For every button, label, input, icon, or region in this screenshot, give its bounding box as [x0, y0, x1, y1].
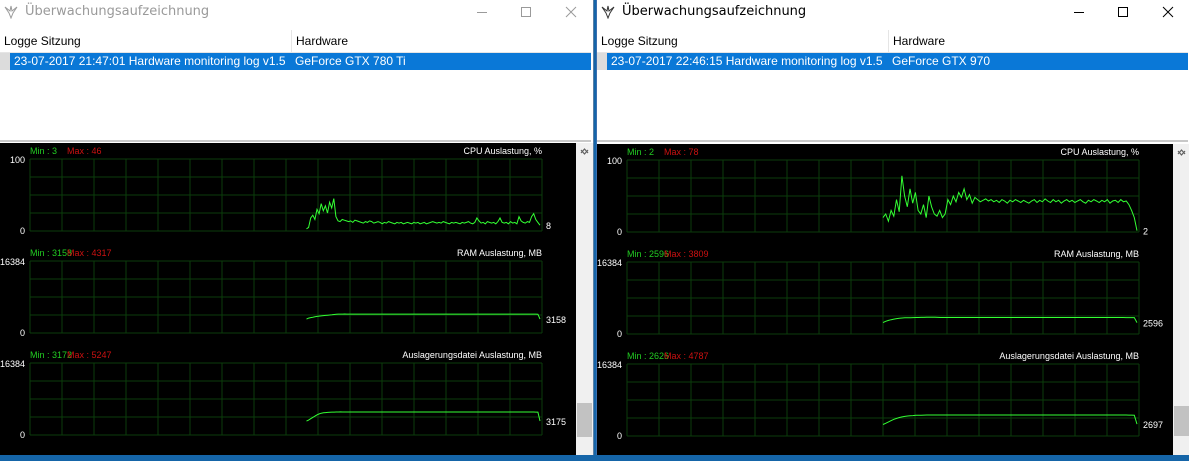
current-value-label: 3158 [546, 315, 566, 325]
monitoring-graphs: Min : 3 Max : 46 CPU Auslastung, %1000 8Min… [0, 146, 566, 440]
y-min-label: 0 [20, 430, 25, 440]
minimize-icon [1074, 12, 1084, 13]
list-item[interactable]: 23-07-2017 22:46:15 Hardware monitoring … [597, 53, 1188, 70]
monitoring-graphs: Min : 2 Max : 78 CPU Auslastung, %1000 2Min… [597, 147, 1163, 441]
minimize-icon [477, 12, 487, 13]
min-label: Min : 3172 [30, 350, 72, 360]
y-min-label: 0 [617, 431, 622, 441]
taskbar-strip [0, 455, 1189, 461]
session-cell: 23-07-2017 21:47:01 Hardware monitoring … [14, 54, 286, 68]
title-bar[interactable]: Überwachungsaufzeichnung [597, 0, 1189, 24]
max-label: Max : 5247 [67, 350, 112, 360]
graph-2: Min : 3172Max : 5247 Auslagerungsdatei Au… [0, 350, 566, 440]
close-button[interactable] [551, 0, 591, 24]
graph-title: RAM Auslastung, MB [1054, 249, 1139, 259]
minimize-button[interactable] [462, 0, 502, 24]
y-max-label: 100 [607, 156, 622, 166]
data-series-line [882, 316, 1138, 324]
y-max-label: 16384 [0, 257, 25, 267]
vertical-scrollbar[interactable] [576, 143, 593, 455]
maximize-icon [521, 7, 531, 17]
title-bar[interactable]: Überwachungsaufzeichnung [0, 0, 593, 24]
session-list[interactable]: Logge Sitzung Hardware 23-07-2017 22:46:… [597, 30, 1188, 142]
scroll-thumb[interactable] [1174, 406, 1189, 436]
maximize-button[interactable] [1103, 0, 1143, 24]
y-max-label: 16384 [597, 360, 622, 370]
data-series-line [882, 414, 1138, 425]
graph-title: Auslagerungsdatei Auslastung, MB [999, 351, 1139, 361]
y-min-label: 0 [20, 328, 25, 338]
y-max-label: 16384 [0, 359, 25, 369]
min-label: Min : 2626 [627, 351, 669, 361]
session-cell: 23-07-2017 22:46:15 Hardware monitoring … [611, 54, 883, 68]
close-button[interactable] [1148, 0, 1188, 24]
graph-1: Min : 2596Max : 3809 RAM Auslastung, MB 16… [597, 249, 1163, 339]
current-value-label: 2 [1143, 227, 1148, 237]
list-header: Logge Sitzung Hardware [0, 30, 591, 53]
vertical-scrollbar[interactable] [1173, 144, 1189, 455]
list-header: Logge Sitzung Hardware [597, 30, 1188, 53]
window-title: Überwachungsaufzeichnung [25, 4, 210, 19]
graph-0: Min : 3 Max : 46 CPU Auslastung, % 100 0 8 [10, 146, 551, 236]
y-max-label: 16384 [597, 258, 622, 268]
graph-title: CPU Auslastung, % [463, 146, 542, 156]
current-value-label: 3175 [546, 417, 566, 427]
current-value-label: 2697 [1143, 420, 1163, 430]
list-item[interactable]: 23-07-2017 21:47:01 Hardware monitoring … [0, 53, 591, 70]
maximize-button[interactable] [506, 0, 546, 24]
min-label: Min : 3158 [30, 248, 72, 258]
current-value-label: 8 [546, 221, 551, 231]
data-series-line [882, 175, 1138, 231]
max-label: Max : 4317 [67, 248, 112, 258]
column-header-session[interactable]: Logge Sitzung [597, 30, 889, 52]
scroll-thumb[interactable] [577, 403, 592, 437]
graph-panel: Min : 2 Max : 78 CPU Auslastung, % 100 0 2 Min… [597, 144, 1189, 455]
graph-2: Min : 2626Max : 4787 Auslagerungsdatei Au… [597, 351, 1163, 441]
close-icon [1162, 6, 1174, 18]
max-label: Max : 4787 [664, 351, 709, 361]
max-label: Max : 3809 [664, 249, 709, 259]
min-label: Min : 3 [30, 146, 57, 156]
monitoring-log-window-right: Überwachungsaufzeichnung Logge Sitzung H… [596, 0, 1189, 455]
y-min-label: 0 [20, 226, 25, 236]
graph-1: Min : 3158Max : 4317 RAM Auslastung, MB 16… [0, 248, 566, 338]
min-label: Min : 2596 [627, 249, 669, 259]
max-label: Max : 78 [664, 147, 699, 157]
app-icon [4, 5, 18, 19]
graph-title: Auslagerungsdatei Auslastung, MB [402, 350, 542, 360]
close-icon [565, 6, 577, 18]
column-header-hardware[interactable]: Hardware [292, 30, 591, 52]
column-header-hardware[interactable]: Hardware [889, 30, 1188, 52]
y-max-label: 100 [10, 155, 25, 165]
maximize-icon [1118, 7, 1128, 17]
hardware-cell: GeForce GTX 780 Ti [295, 54, 406, 68]
scroll-down-icon[interactable] [576, 143, 593, 160]
graph-panel: Min : 3 Max : 46 CPU Auslastung, % 100 0 8 Min… [0, 143, 593, 455]
app-icon [601, 5, 615, 19]
current-value-label: 2596 [1143, 319, 1163, 329]
monitoring-log-window-left: Überwachungsaufzeichnung Logge Sitzung H… [0, 0, 594, 455]
graph-title: RAM Auslastung, MB [457, 248, 542, 258]
data-series-line [306, 198, 541, 230]
column-header-session[interactable]: Logge Sitzung [0, 30, 292, 52]
minimize-button[interactable] [1059, 0, 1099, 24]
window-title: Überwachungsaufzeichnung [622, 4, 807, 19]
y-min-label: 0 [617, 227, 622, 237]
session-list[interactable]: Logge Sitzung Hardware 23-07-2017 21:47:… [0, 30, 591, 142]
graph-title: CPU Auslastung, % [1060, 147, 1139, 157]
graph-0: Min : 2 Max : 78 CPU Auslastung, % 100 0 2 [607, 147, 1148, 237]
y-min-label: 0 [617, 329, 622, 339]
min-label: Min : 2 [627, 147, 654, 157]
max-label: Max : 46 [67, 146, 102, 156]
scroll-down-icon[interactable] [1173, 144, 1189, 161]
hardware-cell: GeForce GTX 970 [892, 54, 991, 68]
